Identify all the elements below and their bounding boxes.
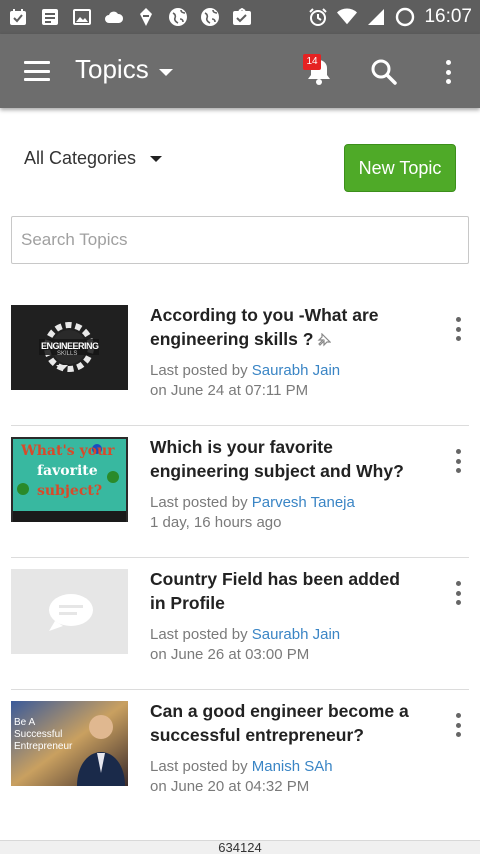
post-time: on June 20 at 04:32 PM — [150, 778, 310, 795]
topic-title[interactable]: According to you -What are engineering s… — [150, 303, 420, 351]
notifications-button[interactable]: 14 — [303, 54, 335, 88]
more-vertical-icon[interactable] — [452, 317, 464, 341]
thumbnail-caption: subject? — [37, 483, 103, 499]
chat-bubble-icon — [11, 569, 128, 654]
thumbnail-caption: ENGINEERING — [41, 341, 99, 351]
author-link[interactable]: Saurabh Jain — [252, 626, 340, 643]
topic-item[interactable]: What's your favorite subject? Which is y… — [0, 425, 480, 557]
more-vertical-icon[interactable] — [452, 581, 464, 605]
meta-prefix: Last posted by — [150, 362, 252, 379]
author-link[interactable]: Manish SAh — [252, 758, 333, 775]
more-vertical-icon[interactable] — [438, 58, 458, 86]
menu-icon[interactable] — [24, 61, 50, 81]
alarm-icon — [308, 7, 328, 27]
pen-icon — [136, 7, 156, 27]
gallery-icon — [72, 7, 92, 27]
topics-title-dropdown[interactable]: Topics — [75, 54, 173, 85]
status-bar: 16:07 — [0, 0, 480, 34]
footer-id: 634124 — [0, 840, 480, 854]
thumbnail-caption: Successful — [14, 729, 63, 740]
system-icons: 16:07 — [308, 6, 472, 28]
chevron-down-icon — [158, 69, 173, 76]
author-link[interactable]: Saurabh Jain — [252, 362, 340, 379]
search-input[interactable] — [11, 216, 469, 264]
topic-item[interactable]: Country Field has been added in Profile … — [0, 557, 480, 689]
app-bar: Topics 14 — [0, 34, 480, 108]
topic-item[interactable]: ENGINEERING SKILLS According to you -Wha… — [0, 293, 480, 425]
weather-icon — [104, 7, 124, 27]
topic-meta: Last posted by Saurabh Jain on June 26 a… — [150, 625, 340, 665]
chevron-down-icon — [150, 155, 163, 162]
topic-meta: Last posted by Manish SAh on June 20 at … — [150, 757, 333, 797]
search-icon — [371, 59, 397, 85]
post-time: on June 24 at 07:11 PM — [150, 382, 309, 399]
new-topic-button[interactable]: New Topic — [344, 144, 456, 192]
topic-title-text: According to you -What are engineering s… — [150, 305, 379, 349]
author-link[interactable]: Parvesh Taneja — [252, 494, 355, 511]
thumbnail-caption: What's your — [21, 443, 115, 459]
topic-thumbnail[interactable]: Be A Successful Entrepreneur — [11, 701, 128, 786]
topic-thumbnail[interactable]: What's your favorite subject? — [11, 437, 128, 522]
category-label: All Categories — [24, 148, 137, 168]
topic-thumbnail[interactable] — [11, 569, 128, 654]
topic-title[interactable]: Country Field has been added in Profile — [150, 567, 420, 615]
search-button[interactable] — [370, 58, 398, 86]
globe-icon — [200, 7, 220, 27]
calendar-icon — [8, 7, 28, 27]
battery-icon — [395, 7, 415, 27]
more-vertical-icon[interactable] — [452, 449, 464, 473]
thumbnail-caption: favorite — [37, 463, 98, 479]
topic-item[interactable]: Be A Successful Entrepreneur Can a good … — [0, 689, 480, 821]
clock: 16:07 — [424, 6, 472, 27]
meta-prefix: Last posted by — [150, 758, 252, 775]
notification-badge: 14 — [303, 54, 321, 70]
notification-icons — [8, 7, 252, 27]
post-time: 1 day, 16 hours ago — [150, 514, 282, 531]
more-vertical-icon[interactable] — [452, 713, 464, 737]
page-title: Topics — [75, 54, 149, 84]
topic-title[interactable]: Can a good engineer become a successful … — [150, 699, 420, 747]
meta-prefix: Last posted by — [150, 494, 252, 511]
pin-icon — [317, 333, 332, 347]
post-time: on June 26 at 03:00 PM — [150, 646, 310, 663]
wifi-icon — [337, 7, 358, 27]
signal-icon — [366, 7, 386, 27]
topic-meta: Last posted by Parvesh Taneja 1 day, 16 … — [150, 493, 355, 533]
chat-icon — [232, 7, 252, 27]
globe-icon — [168, 7, 188, 27]
topic-thumbnail[interactable]: ENGINEERING SKILLS — [11, 305, 128, 390]
topic-title[interactable]: Which is your favorite engineering subje… — [150, 435, 420, 483]
topic-meta: Last posted by Saurabh Jain on June 24 a… — [150, 361, 340, 401]
category-dropdown[interactable]: All Categories — [24, 148, 163, 169]
thumbnail-caption: SKILLS — [57, 351, 78, 357]
thumbnail-caption: Be A — [14, 717, 36, 728]
message-icon — [40, 7, 60, 27]
thumbnail-caption: Entrepreneur — [14, 741, 73, 752]
meta-prefix: Last posted by — [150, 626, 252, 643]
